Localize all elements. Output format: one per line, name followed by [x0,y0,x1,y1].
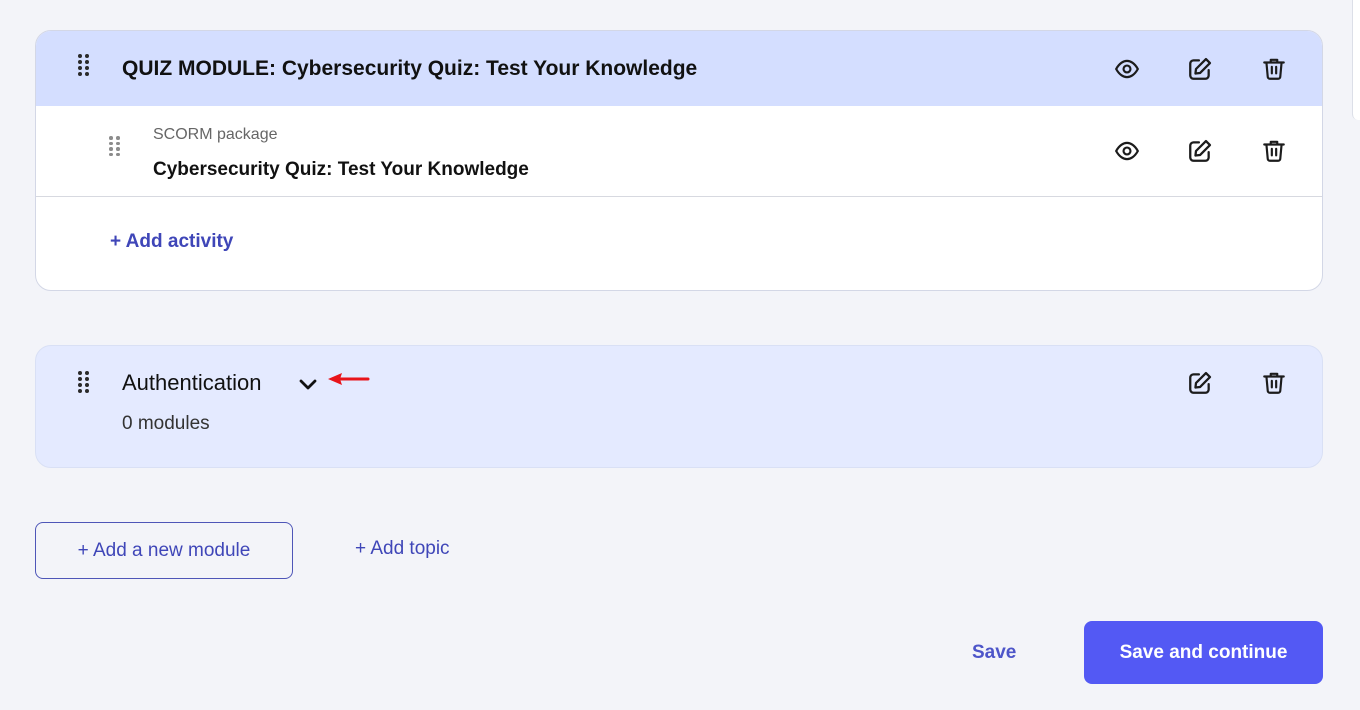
drag-handle-icon[interactable] [78,54,89,76]
topic-title: Authentication [122,370,262,395]
module-card: QUIZ MODULE: Cybersecurity Quiz: Test Yo… [35,30,1323,291]
side-panel-edge [1352,0,1360,120]
red-arrow-icon [328,373,370,385]
activity-type-label: SCORM package [153,126,278,143]
topic-card[interactable]: Authentication 0 modules [35,345,1323,468]
delete-activity-button[interactable] [1258,135,1290,167]
save-button[interactable]: Save [972,642,1016,664]
delete-topic-button[interactable] [1258,367,1290,399]
add-activity-link[interactable]: + Add activity [110,231,233,253]
edit-module-button[interactable] [1184,53,1216,85]
delete-module-button[interactable] [1258,53,1290,85]
module-header: QUIZ MODULE: Cybersecurity Quiz: Test Yo… [36,31,1322,106]
view-activity-button[interactable] [1111,135,1143,167]
edit-topic-button[interactable] [1184,367,1216,399]
add-topic-link[interactable]: + Add topic [355,538,450,560]
view-module-button[interactable] [1111,53,1143,85]
edit-icon [1189,139,1212,162]
trash-icon [1263,372,1285,394]
activity-row[interactable]: SCORM package Cybersecurity Quiz: Test Y… [36,106,1322,197]
eye-icon [1114,141,1140,161]
module-title: QUIZ MODULE: Cybersecurity Quiz: Test Yo… [122,57,698,80]
edit-activity-button[interactable] [1184,135,1216,167]
drag-handle-icon[interactable] [109,136,120,156]
trash-icon [1263,140,1285,162]
topic-module-count: 0 modules [122,413,210,434]
activity-title: Cybersecurity Quiz: Test Your Knowledge [153,159,529,180]
drag-handle-icon[interactable] [78,371,89,393]
eye-icon [1114,59,1140,79]
chevron-down-icon[interactable] [296,372,320,396]
edit-icon [1189,57,1212,80]
trash-icon [1263,58,1285,80]
add-module-button[interactable]: + Add a new module [35,522,293,579]
save-and-continue-button[interactable]: Save and continue [1084,621,1323,684]
edit-icon [1189,371,1212,394]
